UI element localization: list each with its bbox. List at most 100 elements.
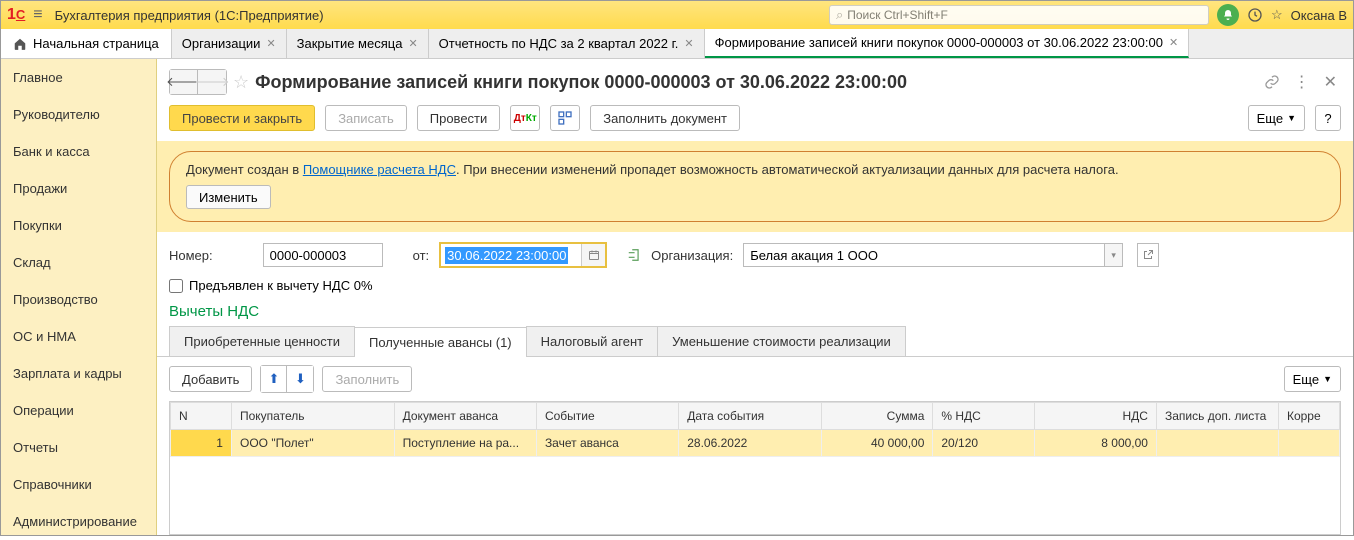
sidebar-item-operations[interactable]: Операции (1, 392, 156, 429)
username[interactable]: Оксана В (1291, 8, 1347, 23)
search-input[interactable] (847, 8, 1202, 22)
table-header-row: N Покупатель Документ аванса Событие Дат… (171, 403, 1340, 430)
cell-add-sheet[interactable] (1156, 430, 1278, 457)
date-field-wrap: 30.06.2022 23:00:00 (439, 242, 607, 268)
checkbox-row: Предъявлен к вычету НДС 0% (157, 274, 1353, 303)
close-panel-icon[interactable]: ✕ (1320, 72, 1341, 92)
calendar-icon[interactable] (581, 244, 605, 266)
sidebar-item-payroll[interactable]: Зарплата и кадры (1, 355, 156, 392)
sidebar: Главное Руководителю Банк и касса Продаж… (1, 59, 157, 535)
structure-icon[interactable] (550, 105, 580, 131)
cell-vat[interactable]: 8 000,00 (1035, 430, 1157, 457)
sidebar-item-catalogs[interactable]: Справочники (1, 466, 156, 503)
nav-forward-button[interactable]: 🡒 (198, 70, 226, 94)
col-event-date[interactable]: Дата события (679, 403, 821, 430)
cell-event-date[interactable]: 28.06.2022 (679, 430, 821, 457)
col-advance-doc[interactable]: Документ аванса (394, 403, 536, 430)
cell-n[interactable]: 1 (171, 430, 232, 457)
sidebar-item-reports[interactable]: Отчеты (1, 429, 156, 466)
fill-document-button[interactable]: Заполнить документ (590, 105, 740, 131)
col-event[interactable]: Событие (536, 403, 678, 430)
move-up-button[interactable]: ⬆ (261, 366, 287, 392)
post-and-close-button[interactable]: Провести и закрыть (169, 105, 315, 131)
favorite-star-icon[interactable]: ☆ (233, 72, 249, 93)
inner-tabs: Приобретенные ценности Полученные авансы… (157, 326, 1353, 357)
sidebar-item-assets[interactable]: ОС и НМА (1, 318, 156, 355)
org-open-button[interactable] (1137, 243, 1159, 267)
tabs-bar: Начальная страница Организации ✕ Закрыти… (1, 29, 1353, 59)
inner-tab-acquired[interactable]: Приобретенные ценности (169, 326, 355, 356)
fill-table-button[interactable]: Заполнить (322, 366, 412, 392)
col-corr[interactable]: Корре (1278, 403, 1339, 430)
sidebar-item-purchases[interactable]: Покупки (1, 207, 156, 244)
tab-purchase-book[interactable]: Формирование записей книги покупок 0000-… (705, 29, 1190, 58)
close-icon[interactable]: ✕ (1169, 36, 1178, 49)
date-label: от: (413, 248, 430, 263)
banner-link[interactable]: Помощнике расчета НДС (303, 162, 456, 177)
data-table-wrap: N Покупатель Документ аванса Событие Дат… (169, 401, 1341, 535)
post-button[interactable]: Провести (417, 105, 501, 131)
close-icon[interactable]: ✕ (266, 37, 275, 50)
form-row: Номер: от: 30.06.2022 23:00:00 Организац… (157, 232, 1353, 274)
sidebar-item-admin[interactable]: Администрирование (1, 503, 156, 540)
doc-toolbar: Провести и закрыть Записать Провести ДтК… (157, 101, 1353, 141)
change-button[interactable]: Изменить (186, 185, 271, 209)
table-row[interactable]: 1 ООО "Полет" Поступление на ра... Зачет… (171, 430, 1340, 457)
global-search[interactable]: ⌕ (829, 5, 1209, 25)
kebab-menu-icon[interactable]: ⋮ (1290, 72, 1314, 92)
home-icon (13, 37, 27, 51)
close-icon[interactable]: ✕ (408, 37, 417, 50)
home-tab[interactable]: Начальная страница (1, 29, 172, 58)
col-sum[interactable]: Сумма (821, 403, 933, 430)
sidebar-item-manager[interactable]: Руководителю (1, 96, 156, 133)
link-icon[interactable] (1260, 74, 1284, 90)
help-button[interactable]: ? (1315, 105, 1341, 131)
cell-advance-doc[interactable]: Поступление на ра... (394, 430, 536, 457)
cell-vat-rate[interactable]: 20/120 (933, 430, 1035, 457)
cell-buyer[interactable]: ООО "Полет" (231, 430, 394, 457)
notifications-icon[interactable] (1217, 4, 1239, 26)
col-n[interactable]: N (171, 403, 232, 430)
inner-tab-decrease[interactable]: Уменьшение стоимости реализации (657, 326, 906, 356)
tab-organizations[interactable]: Организации ✕ (172, 29, 287, 58)
info-banner: Документ создан в Помощнике расчета НДС.… (169, 151, 1341, 222)
home-tab-label: Начальная страница (33, 36, 159, 51)
chevron-down-icon: ▼ (1287, 113, 1296, 123)
org-link-icon[interactable] (627, 248, 641, 262)
dtkt-icon[interactable]: ДтКт (510, 105, 540, 131)
menu-icon[interactable]: ≡ (33, 6, 42, 24)
inner-tab-advances[interactable]: Полученные авансы (1) (354, 327, 527, 357)
cell-event[interactable]: Зачет аванса (536, 430, 678, 457)
sidebar-item-bank[interactable]: Банк и касса (1, 133, 156, 170)
date-input[interactable]: 30.06.2022 23:00:00 (441, 244, 581, 266)
sidebar-item-sales[interactable]: Продажи (1, 170, 156, 207)
move-down-button[interactable]: ⬇ (287, 366, 313, 392)
inner-tab-tax-agent[interactable]: Налоговый агент (526, 326, 658, 356)
tab-vat-report[interactable]: Отчетность по НДС за 2 квартал 2022 г. ✕ (429, 29, 705, 58)
doc-title: Формирование записей книги покупок 0000-… (255, 72, 1253, 93)
close-icon[interactable]: ✕ (684, 37, 693, 50)
vat-zero-label: Предъявлен к вычету НДС 0% (189, 278, 373, 293)
save-button[interactable]: Записать (325, 105, 407, 131)
sidebar-item-main[interactable]: Главное (1, 59, 156, 96)
logo-1c: 1C (7, 6, 25, 24)
add-row-button[interactable]: Добавить (169, 366, 252, 392)
cell-sum[interactable]: 40 000,00 (821, 430, 933, 457)
col-buyer[interactable]: Покупатель (231, 403, 394, 430)
col-vat[interactable]: НДС (1035, 403, 1157, 430)
favorites-icon[interactable]: ☆ (1271, 7, 1283, 23)
history-icon[interactable] (1247, 7, 1263, 23)
col-vat-rate[interactable]: % НДС (933, 403, 1035, 430)
col-add-sheet[interactable]: Запись доп. листа (1156, 403, 1278, 430)
vat-zero-checkbox[interactable] (169, 279, 183, 293)
org-dropdown-icon[interactable]: ▾ (1105, 243, 1123, 267)
table-more-button[interactable]: Еще ▼ (1284, 366, 1341, 392)
sidebar-item-warehouse[interactable]: Склад (1, 244, 156, 281)
tab-month-close[interactable]: Закрытие месяца ✕ (287, 29, 429, 58)
sidebar-item-production[interactable]: Производство (1, 281, 156, 318)
cell-corr[interactable] (1278, 430, 1339, 457)
org-input[interactable] (743, 243, 1105, 267)
number-input[interactable] (263, 243, 383, 267)
search-icon: ⌕ (836, 7, 843, 23)
more-button[interactable]: Еще ▼ (1248, 105, 1305, 131)
